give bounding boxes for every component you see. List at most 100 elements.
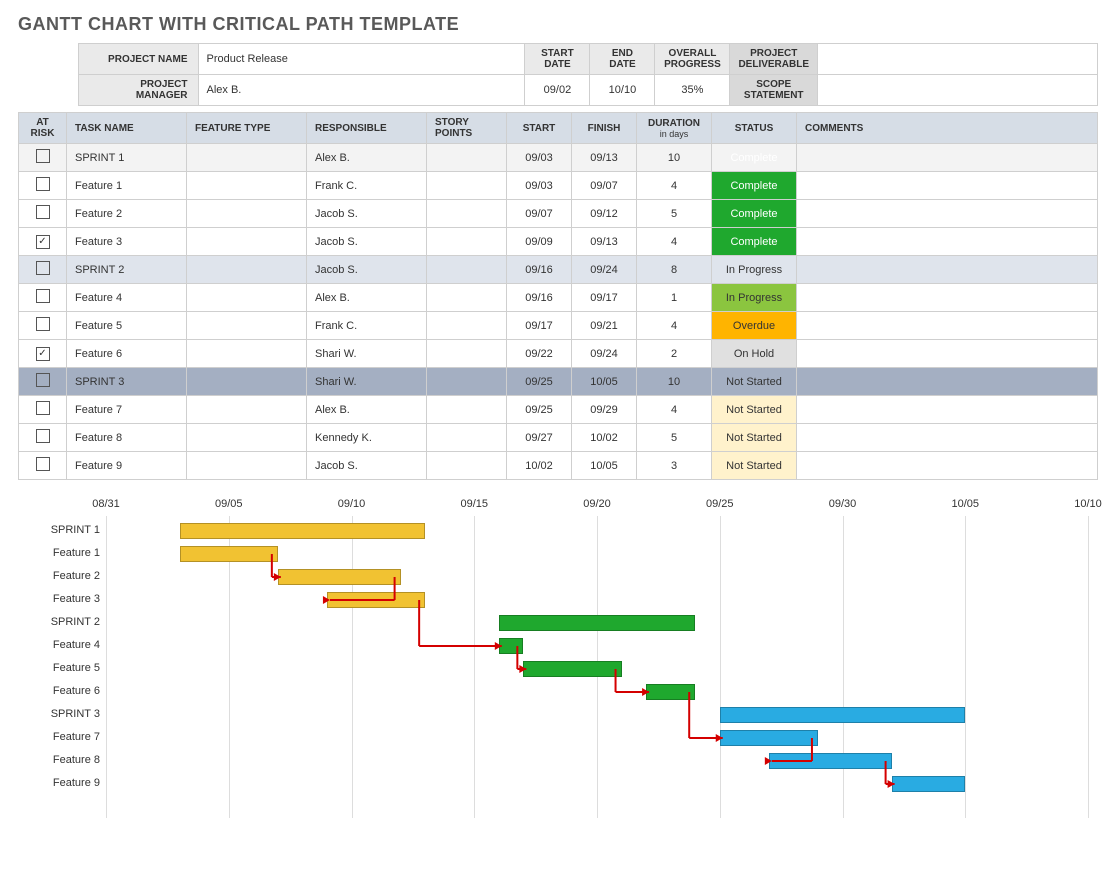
value-start-date[interactable]: 09/02 (525, 75, 590, 106)
cell-story-points[interactable] (427, 200, 507, 228)
cell-comments[interactable] (797, 228, 1098, 256)
cell-feature-type[interactable] (187, 396, 307, 424)
cell-story-points[interactable] (427, 284, 507, 312)
cell-start[interactable]: 09/25 (507, 396, 572, 424)
cell-finish[interactable]: 09/21 (572, 312, 637, 340)
cell-start[interactable]: 10/02 (507, 452, 572, 480)
cell-task-name[interactable]: Feature 8 (67, 424, 187, 452)
cell-feature-type[interactable] (187, 228, 307, 256)
at-risk-checkbox[interactable] (19, 396, 67, 424)
cell-task-name[interactable]: Feature 1 (67, 172, 187, 200)
at-risk-checkbox[interactable] (19, 172, 67, 200)
cell-task-name[interactable]: Feature 3 (67, 228, 187, 256)
cell-task-name[interactable]: Feature 7 (67, 396, 187, 424)
cell-status[interactable]: Complete (712, 144, 797, 172)
cell-comments[interactable] (797, 312, 1098, 340)
gantt-bar[interactable] (523, 661, 621, 677)
at-risk-checkbox[interactable]: ✓ (19, 228, 67, 256)
gantt-bar[interactable] (720, 730, 818, 746)
cell-status[interactable]: Complete (712, 200, 797, 228)
cell-comments[interactable] (797, 144, 1098, 172)
cell-feature-type[interactable] (187, 284, 307, 312)
value-project-deliverable[interactable] (818, 44, 1098, 75)
cell-story-points[interactable] (427, 424, 507, 452)
value-scope-statement[interactable] (818, 75, 1098, 106)
cell-start[interactable]: 09/27 (507, 424, 572, 452)
cell-responsible[interactable]: Jacob S. (307, 228, 427, 256)
cell-status[interactable]: On Hold (712, 340, 797, 368)
cell-start[interactable]: 09/09 (507, 228, 572, 256)
cell-status[interactable]: Complete (712, 172, 797, 200)
cell-responsible[interactable]: Shari W. (307, 368, 427, 396)
cell-responsible[interactable]: Alex B. (307, 396, 427, 424)
cell-status[interactable]: Not Started (712, 396, 797, 424)
cell-responsible[interactable]: Alex B. (307, 144, 427, 172)
cell-story-points[interactable] (427, 144, 507, 172)
cell-feature-type[interactable] (187, 172, 307, 200)
cell-comments[interactable] (797, 284, 1098, 312)
gantt-bar[interactable] (180, 546, 278, 562)
cell-task-name[interactable]: SPRINT 2 (67, 256, 187, 284)
cell-start[interactable]: 09/16 (507, 284, 572, 312)
cell-finish[interactable]: 09/24 (572, 340, 637, 368)
cell-story-points[interactable] (427, 452, 507, 480)
cell-start[interactable]: 09/22 (507, 340, 572, 368)
cell-responsible[interactable]: Jacob S. (307, 256, 427, 284)
cell-feature-type[interactable] (187, 312, 307, 340)
value-project-manager[interactable]: Alex B. (198, 75, 525, 106)
cell-feature-type[interactable] (187, 368, 307, 396)
cell-story-points[interactable] (427, 172, 507, 200)
value-end-date[interactable]: 10/10 (590, 75, 655, 106)
cell-responsible[interactable]: Jacob S. (307, 200, 427, 228)
cell-finish[interactable]: 09/07 (572, 172, 637, 200)
gantt-bar[interactable] (892, 776, 966, 792)
cell-comments[interactable] (797, 424, 1098, 452)
gantt-bar[interactable] (499, 615, 695, 631)
at-risk-checkbox[interactable] (19, 424, 67, 452)
at-risk-checkbox[interactable] (19, 368, 67, 396)
cell-task-name[interactable]: SPRINT 3 (67, 368, 187, 396)
cell-duration[interactable]: 2 (637, 340, 712, 368)
cell-task-name[interactable]: Feature 2 (67, 200, 187, 228)
gantt-bar[interactable] (180, 523, 426, 539)
at-risk-checkbox[interactable]: ✓ (19, 340, 67, 368)
cell-status[interactable]: Not Started (712, 368, 797, 396)
cell-start[interactable]: 09/03 (507, 144, 572, 172)
cell-task-name[interactable]: SPRINT 1 (67, 144, 187, 172)
cell-start[interactable]: 09/07 (507, 200, 572, 228)
cell-story-points[interactable] (427, 312, 507, 340)
cell-feature-type[interactable] (187, 452, 307, 480)
cell-finish[interactable]: 09/24 (572, 256, 637, 284)
cell-finish[interactable]: 09/17 (572, 284, 637, 312)
cell-responsible[interactable]: Alex B. (307, 284, 427, 312)
cell-feature-type[interactable] (187, 200, 307, 228)
at-risk-checkbox[interactable] (19, 256, 67, 284)
at-risk-checkbox[interactable] (19, 312, 67, 340)
cell-status[interactable]: Not Started (712, 424, 797, 452)
cell-responsible[interactable]: Jacob S. (307, 452, 427, 480)
cell-story-points[interactable] (427, 256, 507, 284)
cell-duration[interactable]: 4 (637, 228, 712, 256)
cell-comments[interactable] (797, 172, 1098, 200)
cell-comments[interactable] (797, 452, 1098, 480)
cell-feature-type[interactable] (187, 144, 307, 172)
cell-status[interactable]: Complete (712, 228, 797, 256)
cell-status[interactable]: Not Started (712, 452, 797, 480)
cell-duration[interactable]: 3 (637, 452, 712, 480)
cell-status[interactable]: Overdue (712, 312, 797, 340)
cell-duration[interactable]: 4 (637, 396, 712, 424)
gantt-bar[interactable] (646, 684, 695, 700)
cell-comments[interactable] (797, 340, 1098, 368)
cell-finish[interactable]: 10/05 (572, 368, 637, 396)
at-risk-checkbox[interactable] (19, 452, 67, 480)
cell-finish[interactable]: 10/05 (572, 452, 637, 480)
cell-start[interactable]: 09/03 (507, 172, 572, 200)
cell-finish[interactable]: 10/02 (572, 424, 637, 452)
cell-feature-type[interactable] (187, 340, 307, 368)
cell-duration[interactable]: 1 (637, 284, 712, 312)
cell-comments[interactable] (797, 256, 1098, 284)
cell-finish[interactable]: 09/13 (572, 228, 637, 256)
cell-comments[interactable] (797, 396, 1098, 424)
cell-start[interactable]: 09/16 (507, 256, 572, 284)
cell-start[interactable]: 09/25 (507, 368, 572, 396)
